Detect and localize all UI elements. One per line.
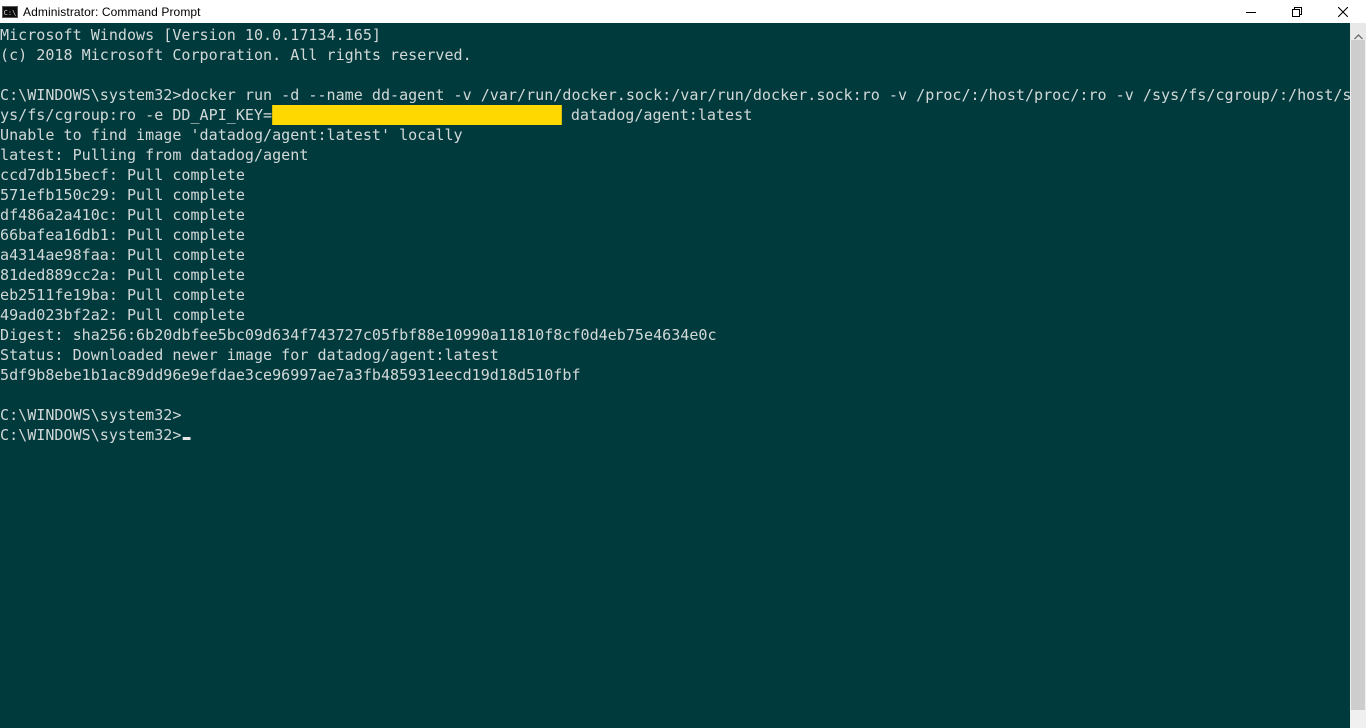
console-line: Status: Downloaded newer image for datad…: [0, 346, 499, 364]
console-line-active-prompt[interactable]: C:\WINDOWS\system32>: [0, 425, 1350, 445]
minimize-icon: [1246, 11, 1256, 13]
console-line: 5df9b8ebe1b1ac89dd96e9efdae3ce96997ae7a3…: [0, 366, 581, 384]
console-line-command: C:\WINDOWS\system32>docker run -d --name…: [0, 86, 1350, 104]
console-line-prompt: C:\WINDOWS\system32>: [0, 406, 182, 424]
restore-icon: [1292, 6, 1302, 17]
cmd-icon: C:\: [2, 5, 18, 18]
minimize-button[interactable]: [1228, 0, 1274, 23]
console-line: 49ad023bf2a2: Pull complete: [0, 306, 245, 324]
console-line: latest: Pulling from datadog/agent: [0, 146, 309, 164]
console-line: df486a2a410c: Pull complete: [0, 206, 245, 224]
restore-button[interactable]: [1274, 0, 1320, 23]
console-output[interactable]: Microsoft Windows [Version 10.0.17134.16…: [0, 23, 1350, 728]
redacted-api-key: [272, 105, 562, 125]
console-line: Unable to find image 'datadog/agent:late…: [0, 126, 463, 144]
caption-buttons: [1228, 0, 1366, 23]
text-cursor: [182, 437, 191, 440]
console-line: Digest: sha256:6b20dbfee5bc09d634f743727…: [0, 326, 717, 344]
title-bar[interactable]: C:\ Administrator: Command Prompt: [0, 0, 1366, 23]
scrollbar-track[interactable]: [1350, 40, 1366, 728]
close-icon: [1338, 6, 1348, 17]
console-line: 81ded889cc2a: Pull complete: [0, 266, 245, 284]
window-title: Administrator: Command Prompt: [23, 4, 201, 19]
console-line: (c) 2018 Microsoft Corporation. All righ…: [0, 46, 472, 64]
command-prompt-window: C:\ Administrator: Command Prompt Micros…: [0, 0, 1366, 728]
console-line: a4314ae98faa: Pull complete: [0, 246, 245, 264]
active-prompt-text: C:\WINDOWS\system32>: [0, 426, 182, 444]
scroll-up-button[interactable]: [1350, 23, 1366, 40]
console-line: eb2511fe19ba: Pull complete: [0, 286, 245, 304]
console-lines: Microsoft Windows [Version 10.0.17134.16…: [0, 25, 1350, 445]
scrollbar-thumb[interactable]: [1351, 40, 1365, 710]
console-line: 66bafea16db1: Pull complete: [0, 226, 245, 244]
console-line: Microsoft Windows [Version 10.0.17134.16…: [0, 26, 381, 44]
vertical-scrollbar[interactable]: [1350, 23, 1366, 728]
console-line-command-wrap: ys/fs/cgroup:ro -e DD_API_KEY= datadog/a…: [0, 105, 1350, 125]
console-line: 571efb150c29: Pull complete: [0, 186, 245, 204]
command-wrap-after-key: datadog/agent:latest: [561, 106, 753, 124]
command-wrap-before-key: ys/fs/cgroup:ro -e DD_API_KEY=: [0, 106, 273, 124]
console-line: ccd7db15becf: Pull complete: [0, 166, 245, 184]
close-button[interactable]: [1320, 0, 1366, 23]
